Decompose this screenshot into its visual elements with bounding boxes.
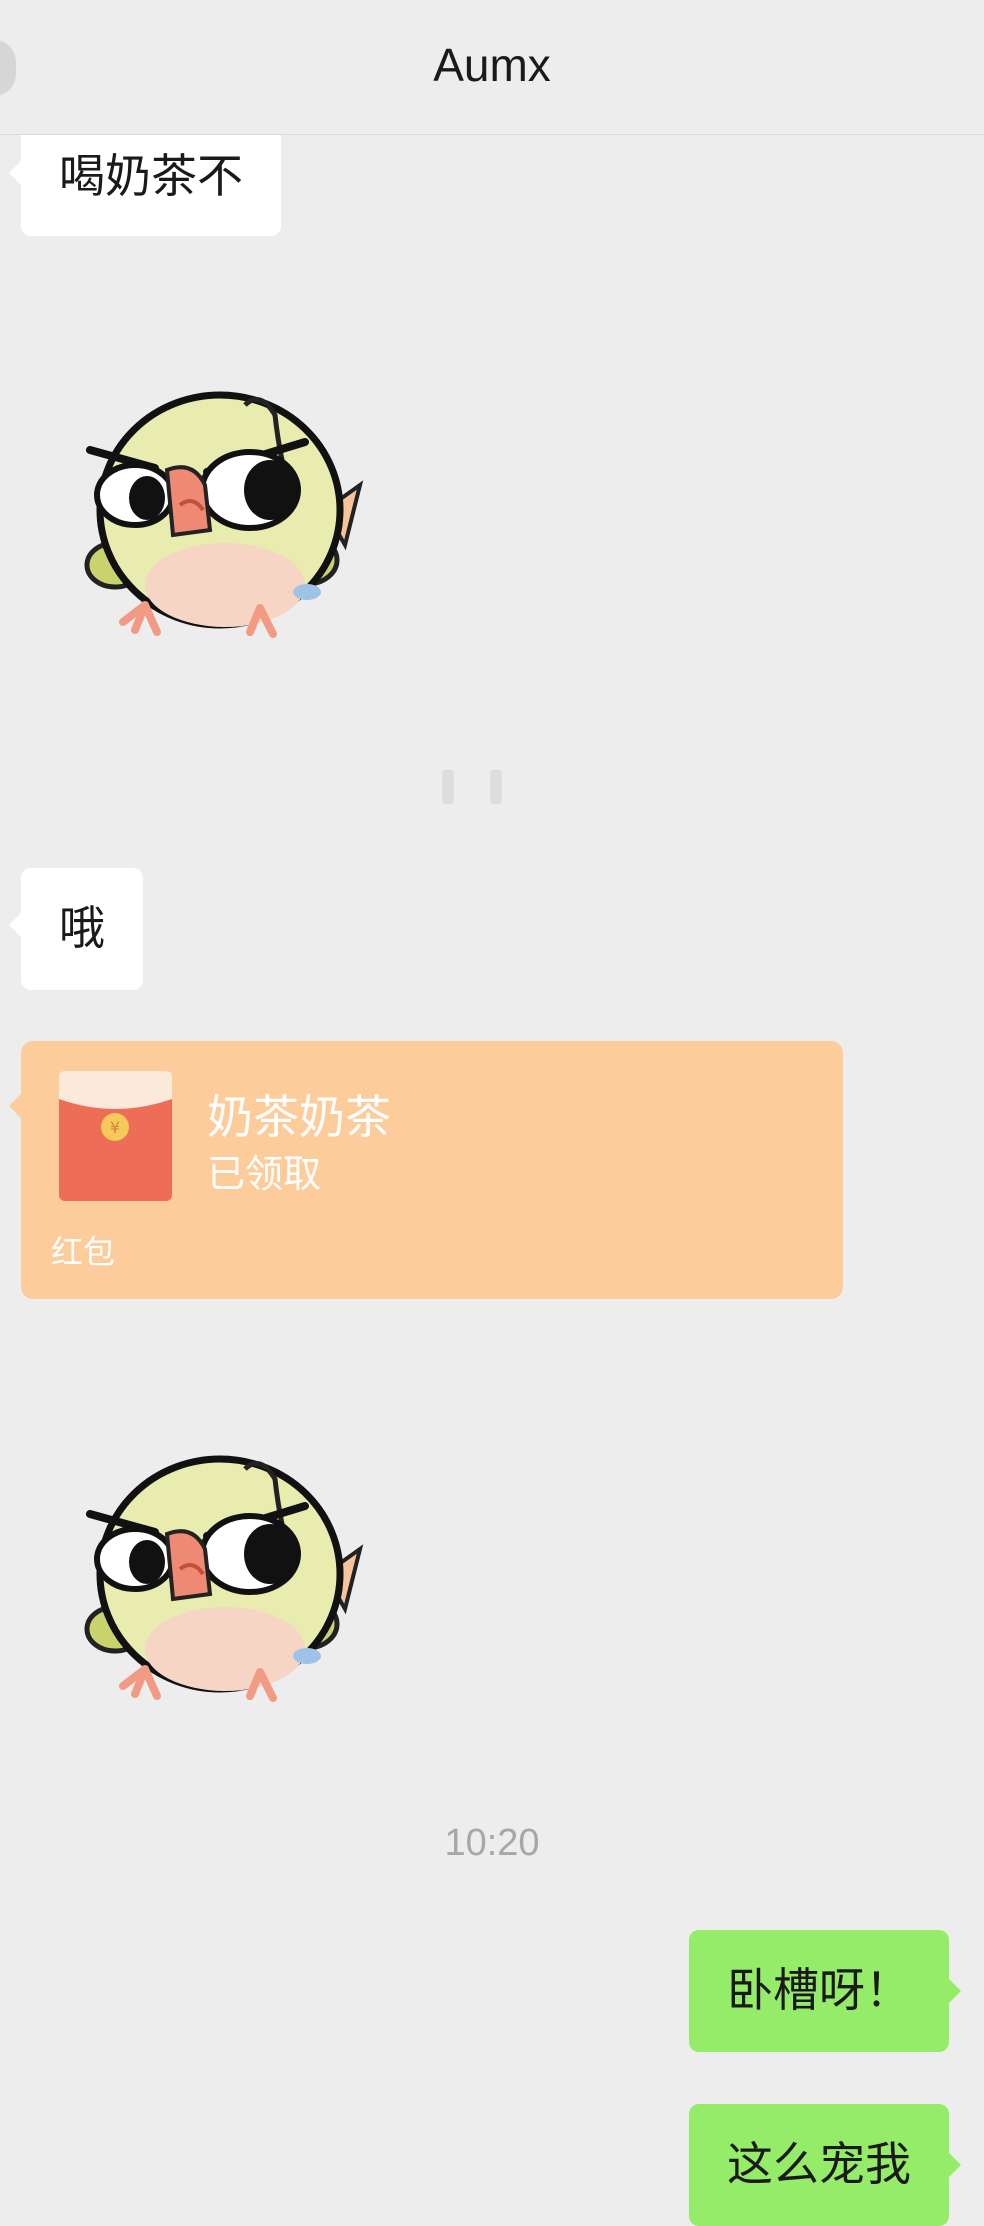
chat-header: Aumx (0, 0, 984, 135)
message-text: 喝奶茶不 (59, 149, 243, 203)
red-packet-status: 已领取 (207, 1152, 322, 1196)
red-packet-message[interactable]: ¥ 奶茶奶茶 已领取 红包 (9, 1041, 843, 1299)
message-bubble-outgoing[interactable]: 这么宠我 (689, 2104, 961, 2226)
svg-text:¥: ¥ (110, 1118, 120, 1137)
bird-sticker[interactable] (75, 360, 370, 645)
chat-title: Aumx (433, 39, 551, 91)
bird-sticker-drawing (84, 1455, 364, 1702)
faint-mark (442, 770, 502, 804)
red-packet-title: 奶茶奶茶 (207, 1090, 391, 1144)
bird-sticker[interactable] (75, 1424, 370, 1709)
message-text: 哦 (59, 901, 105, 955)
message-text: 卧槽呀！ (727, 1963, 911, 2017)
message-bubble-incoming[interactable]: 哦 (9, 868, 143, 990)
message-timestamp: 10:20 (444, 1822, 540, 1864)
message-text: 这么宠我 (727, 2137, 911, 2191)
message-bubble-outgoing[interactable]: 卧槽呀！ (689, 1930, 961, 2052)
bird-sticker-drawing (84, 391, 364, 638)
red-packet-label: 红包 (51, 1233, 116, 1271)
red-envelope-icon: ¥ (59, 1071, 172, 1201)
